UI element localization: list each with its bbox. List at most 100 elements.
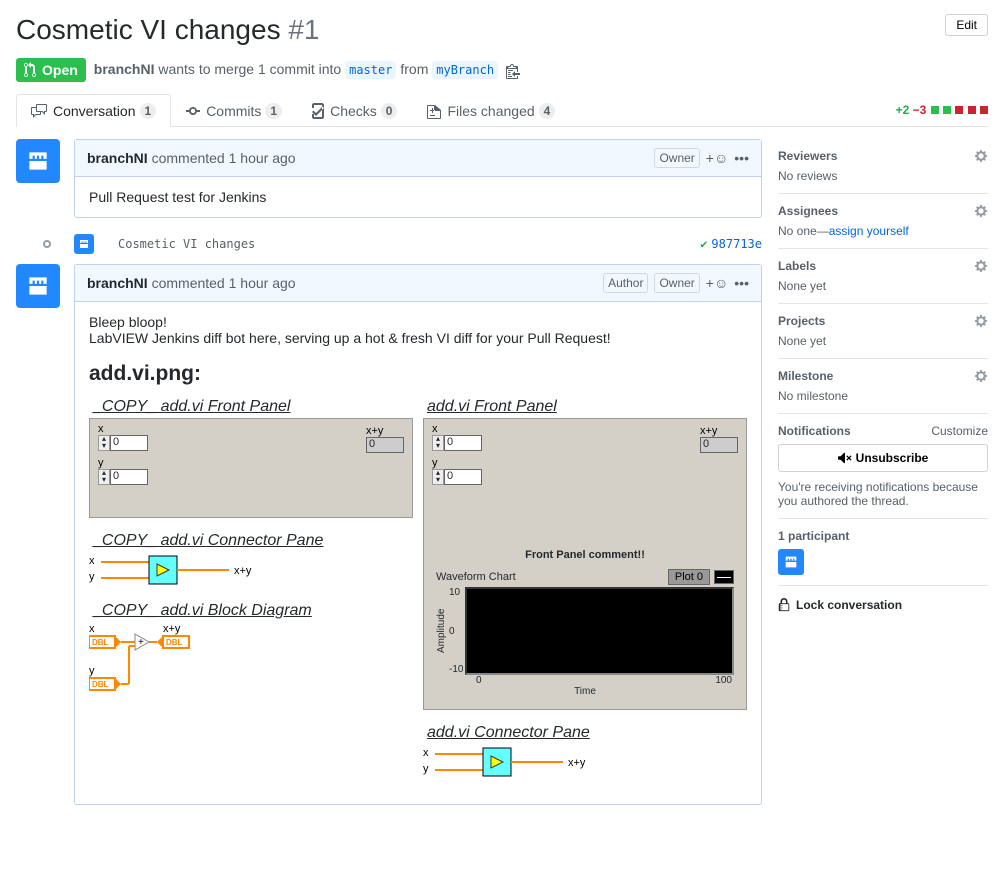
spinner-icon[interactable]: ▴▾ xyxy=(98,435,110,451)
tab-checks-label: Checks xyxy=(330,103,377,119)
projects-heading[interactable]: Projects xyxy=(778,314,825,328)
lv-x-input[interactable]: 0 xyxy=(444,435,482,451)
kebab-icon[interactable]: ••• xyxy=(734,275,749,291)
file-diff-icon xyxy=(427,103,441,119)
state-badge: Open xyxy=(16,58,86,82)
lv-y-input[interactable]: 0 xyxy=(110,469,148,485)
milestone-body: No milestone xyxy=(778,389,988,403)
tab-commits-label: Commits xyxy=(206,103,261,119)
assignees-body: No one—assign yourself xyxy=(778,224,988,238)
assign-yourself-link[interactable]: assign yourself xyxy=(829,224,909,238)
plot-line-icon xyxy=(714,570,734,584)
front-panel-title-right: add.vi Front Panel xyxy=(423,396,561,418)
comment: branchNI commented 1 hour ago Owner +☺ •… xyxy=(74,139,762,218)
svg-text:x+y: x+y xyxy=(234,565,252,577)
from-word: from xyxy=(400,61,428,77)
commit-row[interactable]: Cosmetic VI changes ✔ 987713e xyxy=(16,232,762,264)
pr-title: Cosmetic VI changes #1 xyxy=(16,14,320,46)
comment-discussion-icon xyxy=(31,103,47,119)
gear-icon[interactable] xyxy=(974,314,988,328)
customize-link[interactable]: Customize xyxy=(931,424,988,438)
pr-author[interactable]: branchNI xyxy=(94,61,155,77)
tab-conversation[interactable]: Conversation 1 xyxy=(16,94,171,127)
add-reaction-icon[interactable]: +☺ xyxy=(706,275,728,291)
participants-heading: 1 participant xyxy=(778,529,849,543)
participant-avatar[interactable] xyxy=(778,549,804,575)
diffstat-block xyxy=(980,106,988,114)
reviewers-heading[interactable]: Reviewers xyxy=(778,149,837,163)
lv-x-input[interactable]: 0 xyxy=(110,435,148,451)
avatar[interactable] xyxy=(16,264,60,308)
spinner-icon[interactable]: ▴▾ xyxy=(432,469,444,485)
diffstat-block xyxy=(943,106,951,114)
spinner-icon[interactable]: ▴▾ xyxy=(432,435,444,451)
labview-front-panel-right: x ▴▾0 y ▴▾0 x+y 0 Front Pa xyxy=(423,418,747,710)
labels-heading[interactable]: Labels xyxy=(778,259,816,273)
diffstat-block xyxy=(968,106,976,114)
comment-time[interactable]: 1 hour ago xyxy=(229,150,296,166)
assignees-prefix: No one— xyxy=(778,224,829,238)
merge-info: branchNI wants to merge 1 commit into ma… xyxy=(94,61,520,78)
kebab-icon[interactable]: ••• xyxy=(734,150,749,166)
avatar[interactable] xyxy=(16,139,60,183)
labview-front-panel-left: x ▴▾0 y ▴▾0 x+y 0 xyxy=(89,418,413,518)
connector-title-right: add.vi Connector Pane xyxy=(423,722,594,744)
svg-text:y: y xyxy=(423,763,429,775)
gear-icon[interactable] xyxy=(974,149,988,163)
unsubscribe-button[interactable]: Unsubscribe xyxy=(778,444,988,472)
head-branch[interactable]: myBranch xyxy=(432,61,498,79)
clipboard-icon[interactable] xyxy=(506,63,520,79)
chart-ymax: 10 xyxy=(449,587,463,598)
gear-icon[interactable] xyxy=(974,369,988,383)
gear-icon[interactable] xyxy=(974,259,988,273)
svg-text:x: x xyxy=(89,623,95,635)
comment-author[interactable]: branchNI xyxy=(87,150,148,166)
tab-checks[interactable]: Checks 0 xyxy=(297,94,412,127)
chart-xmin: 0 xyxy=(476,675,482,686)
comment-body: Pull Request test for Jenkins xyxy=(75,177,761,217)
svg-text:DBL: DBL xyxy=(166,638,183,647)
waveform-chart-title: Waveform Chart xyxy=(436,571,516,583)
chart-ylabel: Amplitude xyxy=(436,587,447,675)
comment-body-line: LabVIEW Jenkins diff bot here, serving u… xyxy=(89,330,747,346)
lv-y-input[interactable]: 0 xyxy=(444,469,482,485)
commit-sha[interactable]: 987713e xyxy=(711,237,762,251)
comment-time[interactable]: 1 hour ago xyxy=(229,275,296,291)
tab-checks-count: 0 xyxy=(381,103,398,119)
commit-message[interactable]: Cosmetic VI changes xyxy=(118,237,700,251)
chart-ymin: -10 xyxy=(449,664,463,675)
spinner-icon[interactable]: ▴▾ xyxy=(98,469,110,485)
owner-badge: Owner xyxy=(654,148,699,168)
tab-conversation-label: Conversation xyxy=(53,103,136,119)
deletions: −3 xyxy=(913,103,927,117)
block-diagram-left: x DBL x+y DBL xyxy=(89,622,299,702)
commit-avatar[interactable] xyxy=(74,234,94,254)
chart-ymid: 0 xyxy=(449,626,463,637)
comment-author[interactable]: branchNI xyxy=(87,275,148,291)
edit-button[interactable]: Edit xyxy=(945,14,988,36)
block-diagram-title-left: _COPY_ add.vi Block Diagram xyxy=(89,600,316,622)
state-label: Open xyxy=(42,62,78,78)
assignees-heading[interactable]: Assignees xyxy=(778,204,838,218)
check-icon[interactable]: ✔ xyxy=(700,237,707,251)
add-reaction-icon[interactable]: +☺ xyxy=(706,150,728,166)
svg-text:y: y xyxy=(89,571,95,583)
commit-node-icon xyxy=(43,240,51,248)
lock-conversation[interactable]: Lock conversation xyxy=(778,598,988,612)
svg-text:+: + xyxy=(138,637,144,648)
connector-diagram-left: x y x+y xyxy=(89,552,289,586)
tab-commits[interactable]: Commits 1 xyxy=(171,94,297,127)
tab-files[interactable]: Files changed 4 xyxy=(412,94,570,127)
lock-icon xyxy=(778,598,790,612)
gear-icon[interactable] xyxy=(974,204,988,218)
notifications-heading: Notifications xyxy=(778,424,851,438)
additions: +2 xyxy=(896,103,910,117)
base-branch[interactable]: master xyxy=(345,61,396,79)
diffstat-block xyxy=(931,106,939,114)
tab-conversation-count: 1 xyxy=(140,103,157,119)
reviewers-body: No reviews xyxy=(778,169,988,183)
milestone-heading[interactable]: Milestone xyxy=(778,369,833,383)
git-pull-request-icon xyxy=(24,62,38,78)
front-panel-title-left: _COPY_ add.vi Front Panel xyxy=(89,396,294,418)
owner-badge: Owner xyxy=(654,273,699,293)
